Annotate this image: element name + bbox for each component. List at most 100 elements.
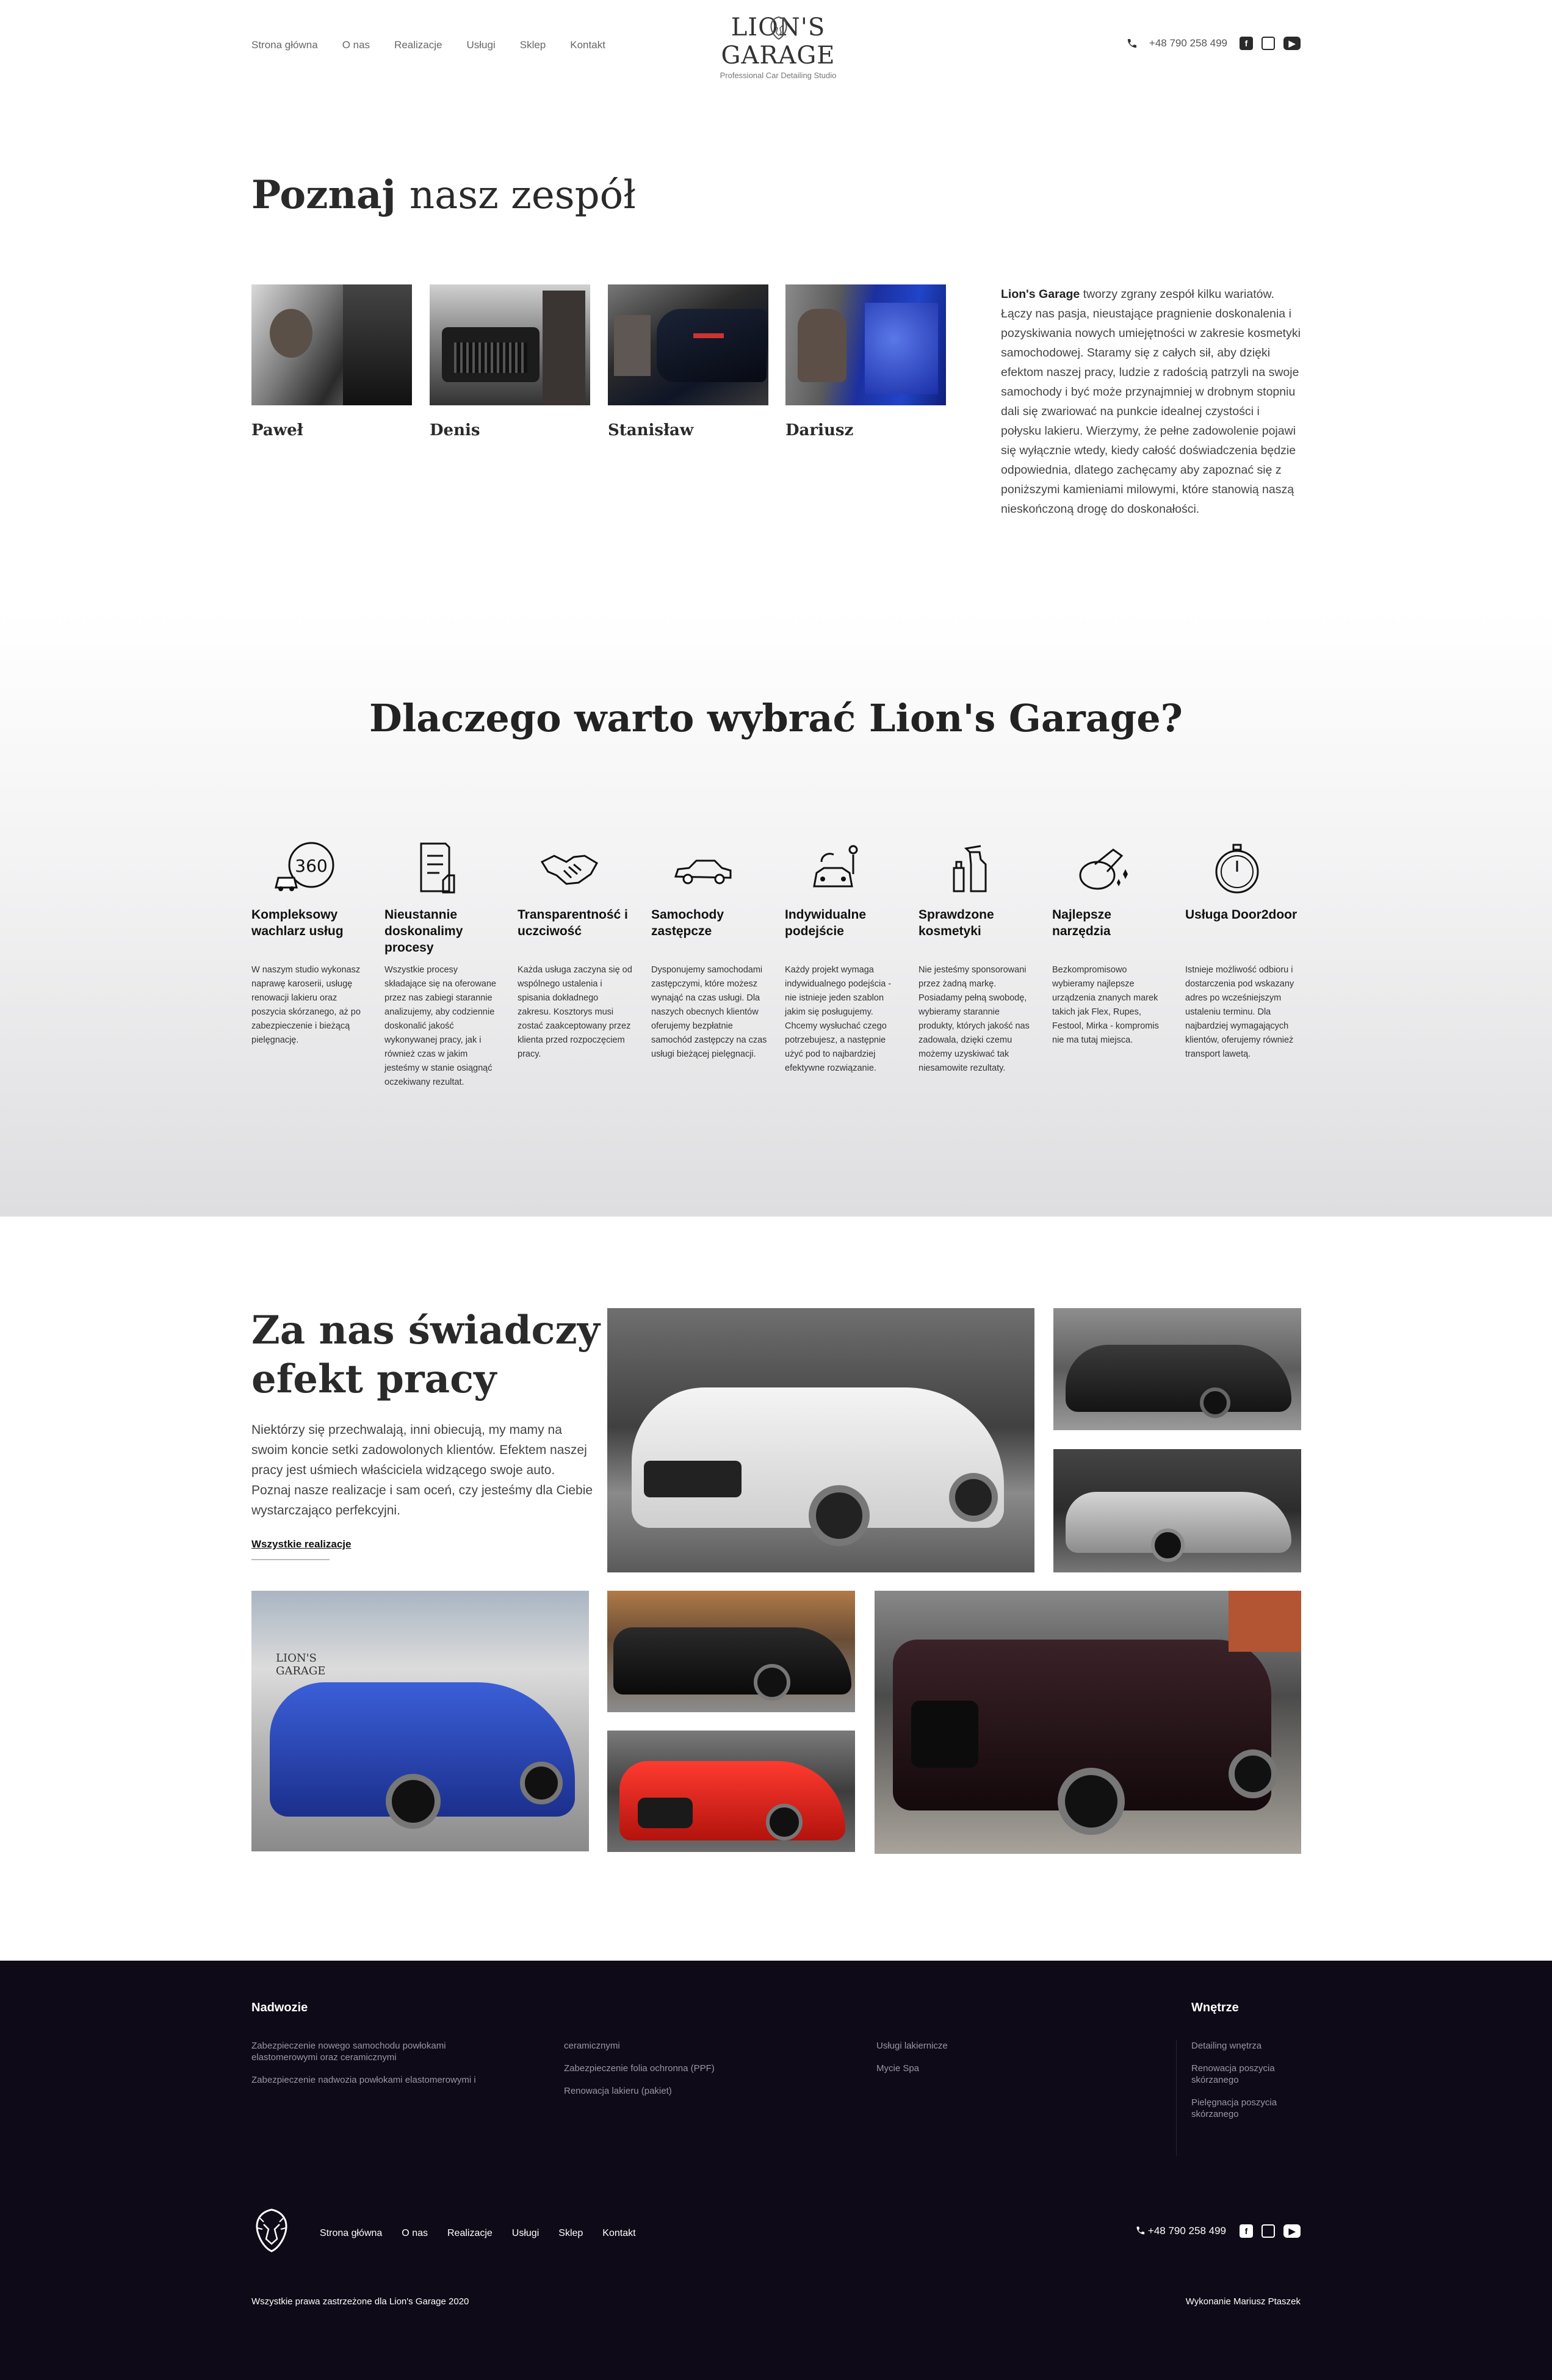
feature-desc: Każdy projekt wymaga indywidualnego pode…: [785, 965, 892, 1073]
member-name: Denis: [430, 421, 480, 439]
member-name: Paweł: [251, 421, 303, 439]
footer-nav-contact[interactable]: Kontakt: [602, 2228, 635, 2239]
feature-desc: Nie jesteśmy sponsorowani przez żadną ma…: [919, 965, 1030, 1073]
footer-nav: Strona główna O nas Realizacje Usługi Sk…: [320, 2228, 636, 2239]
handshake-icon: [540, 855, 599, 885]
feature-title: Sprawdzone kosmetyki: [919, 908, 994, 938]
footer-contact: +48 790 258 499 f ▶: [1135, 2224, 1301, 2238]
nav-services[interactable]: Usługi: [466, 39, 495, 51]
feature-title: Najlepsze narzędzia: [1052, 908, 1111, 938]
header-contact: +48 790 258 499 f ▶: [1126, 37, 1301, 50]
lion-logo-icon: [770, 16, 787, 40]
member-photo: [785, 284, 946, 405]
footer-phone-group[interactable]: +48 790 258 499: [1135, 2225, 1226, 2237]
feature-desc: Wszystkie procesy składające się na ofer…: [384, 965, 496, 1087]
footer-col-4: Detailing wnętrza Renowacja poszycia skó…: [1191, 2040, 1301, 2131]
svg-text:360: 360: [295, 856, 327, 876]
footer-link[interactable]: Zabezpieczenie nowego samochodu powłokam…: [251, 2040, 514, 2063]
team-member-pawel[interactable]: Paweł: [251, 284, 412, 439]
spray-bottle-icon: [953, 845, 987, 892]
instagram-icon[interactable]: [1261, 2224, 1275, 2238]
site-header: Strona główna O nas Realizacje Usługi Sk…: [0, 0, 1552, 92]
member-photo: [430, 284, 590, 405]
feature-narzedzia: Najlepsze narzędzia Bezkompromisowo wybi…: [1052, 837, 1168, 1047]
footer-col-3: Usługi lakiernicze Mycie Spa: [876, 2040, 1059, 2085]
feature-door2door: Usługa Door2door Istnieje możliwość odbi…: [1185, 837, 1301, 1062]
footer-copyright: Wszystkie prawa zastrzeżone dla Lion's G…: [251, 2296, 469, 2307]
feature-samochody: Samochody zastępcze Dysponujemy samochod…: [651, 837, 767, 1062]
why-section: Dlaczego warto wybrać Lion's Garage? 360…: [0, 610, 1552, 1217]
footer-nav-realizations[interactable]: Realizacje: [447, 2228, 493, 2239]
feature-title: Samochody zastępcze: [651, 908, 724, 938]
why-title-bold: Lion's Garage?: [868, 696, 1183, 740]
footer-nav-services[interactable]: Usługi: [512, 2228, 539, 2239]
footer-lion-logo-icon[interactable]: [251, 2207, 292, 2254]
nav-home[interactable]: Strona główna: [251, 39, 318, 51]
footer-social-links: f ▶: [1240, 2224, 1301, 2238]
youtube-icon[interactable]: ▶: [1283, 2224, 1301, 2238]
nav-contact[interactable]: Kontakt: [570, 39, 605, 51]
realizations-text: Niektórzy się przechwalają, inni obiecuj…: [251, 1423, 593, 1517]
team-member-dariusz[interactable]: Dariusz: [785, 284, 946, 439]
gallery-image-black-z4[interactable]: [607, 1591, 855, 1712]
gallery-image-white-mercedes[interactable]: [607, 1308, 1034, 1572]
gallery-image-black-mercedes[interactable]: [1053, 1308, 1301, 1430]
feature-title: Usługa Door2door: [1185, 908, 1298, 922]
footer-credit[interactable]: Wykonanie Mariusz Ptaszek: [1186, 2296, 1301, 2307]
footer-link[interactable]: Usługi lakiernicze: [876, 2040, 1059, 2052]
gallery-image-bmw-x7[interactable]: [875, 1591, 1301, 1854]
footer-link[interactable]: Renowacja poszycia skórzanego: [1191, 2063, 1301, 2086]
feature-desc: Każda usługa zaczyna się od wspólnego us…: [518, 965, 632, 1059]
facebook-icon[interactable]: f: [1240, 37, 1253, 50]
feature-procesy: Nieustannie doskonalimy procesy Wszystki…: [384, 837, 500, 1090]
checklist-icon: [420, 842, 455, 894]
youtube-icon[interactable]: ▶: [1283, 37, 1301, 50]
nav-shop[interactable]: Sklep: [520, 39, 546, 51]
member-name: Dariusz: [785, 421, 854, 439]
feature-kosmetyki: Sprawdzone kosmetyki Nie jesteśmy sponso…: [919, 837, 1034, 1076]
footer-heading-nadwozie: Nadwozie: [251, 2001, 308, 2014]
header-phone[interactable]: +48 790 258 499: [1149, 37, 1227, 49]
footer-link[interactable]: Zabezpieczenie folia ochronna (PPF): [564, 2063, 765, 2074]
feature-desc: W naszym studio wykonasz naprawę karoser…: [251, 965, 361, 1045]
gallery-image-silver-bmw[interactable]: [1053, 1449, 1301, 1572]
logo-subtitle: Professional Car Detailing Studio: [720, 71, 837, 80]
team-member-denis[interactable]: Denis: [430, 284, 590, 439]
team-title: Poznaj nasz zespół: [251, 172, 636, 218]
footer-link[interactable]: Mycie Spa: [876, 2063, 1059, 2074]
footer-col-2: ceramicznymi Zabezpieczenie folia ochron…: [564, 2040, 765, 2108]
team-member-stanislaw[interactable]: Stanisław: [608, 284, 768, 439]
realizations-title-bold: Za nas świadczy: [251, 1308, 600, 1353]
car-icon: [674, 859, 732, 884]
nav-realizations[interactable]: Realizacje: [394, 39, 442, 51]
footer-link[interactable]: Pielęgnacja poszycia skórzanego: [1191, 2097, 1301, 2120]
facebook-icon[interactable]: f: [1240, 2224, 1253, 2238]
footer-nav-about[interactable]: O nas: [402, 2228, 428, 2239]
feature-title: Transparentność i uczciwość: [518, 908, 628, 938]
footer-link[interactable]: Renowacja lakieru (pakiet): [564, 2085, 765, 2097]
footer-link[interactable]: ceramicznymi: [564, 2040, 765, 2052]
feature-transparentnosc: Transparentność i uczciwość Każda usługa…: [518, 837, 633, 1062]
footer-nav-home[interactable]: Strona główna: [320, 2228, 382, 2239]
footer-link[interactable]: Detailing wnętrza: [1191, 2040, 1301, 2052]
gallery-image-blue-kia[interactable]: LION'S GARAGE: [251, 1591, 589, 1851]
feature-kompleksowy: 360 Kompleksowy wachlarz usług W naszym …: [251, 837, 367, 1047]
all-realizations-link[interactable]: Wszystkie realizacje: [251, 1538, 351, 1560]
feature-desc: Istnieje możliwość odbioru i dostarczeni…: [1185, 965, 1294, 1059]
social-links: f ▶: [1240, 37, 1301, 50]
360-car-icon: 360: [275, 842, 334, 891]
realizations-title: Za nas świadczy efekt pracy: [251, 1306, 600, 1404]
instagram-icon[interactable]: [1261, 37, 1275, 50]
footer-heading-wnetrze: Wnętrze: [1191, 2001, 1239, 2014]
gallery-image-red-audi[interactable]: [607, 1731, 855, 1852]
feature-title: Kompleksowy wachlarz usług: [251, 908, 344, 938]
why-title: Dlaczego warto wybrać Lion's Garage?: [0, 696, 1552, 740]
footer-nav-shop[interactable]: Sklep: [558, 2228, 583, 2239]
feature-desc: Dysponujemy samochodami zastępczymi, któ…: [651, 965, 767, 1059]
site-logo[interactable]: LION'S GARAGE Professional Car Detailing…: [677, 13, 879, 80]
footer-link[interactable]: Zabezpieczenie nadwozia powłokami elasto…: [251, 2074, 514, 2086]
nav-about[interactable]: O nas: [342, 39, 370, 51]
realizations-title-rest: efekt pracy: [251, 1356, 497, 1402]
feature-desc: Bezkompromisowo wybieramy najlepsze urzą…: [1052, 965, 1159, 1045]
team-title-rest: nasz zespół: [409, 173, 636, 218]
